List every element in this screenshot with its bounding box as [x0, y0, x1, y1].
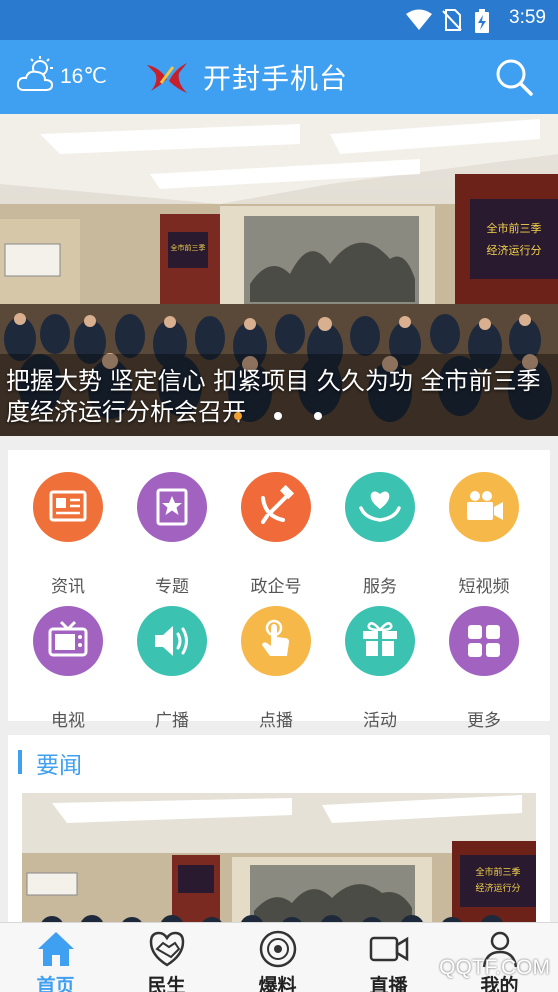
heart-hands-icon — [359, 491, 401, 522]
app-title: 开封手机台 — [203, 62, 349, 95]
station-logo — [147, 63, 187, 93]
screen-left-text: 全市前三季 — [171, 243, 206, 252]
section-title: 要闻 — [36, 753, 82, 779]
search-icon[interactable] — [494, 57, 534, 97]
nav-live[interactable]: 直播 — [333, 923, 444, 992]
grid-item-services[interactable]: 服务 — [328, 472, 432, 597]
banner-carousel[interactable]: 全市前三季 全市前三季 经济运行分 把握大势 坚定信心 扣紧项目 久久为功 全市… — [0, 114, 558, 436]
status-time: 3:59 — [509, 7, 546, 28]
grid-label: 短视频 — [458, 577, 510, 597]
live-camera-icon — [369, 936, 409, 962]
grid-label: 电视 — [51, 711, 85, 731]
nav-label: 首页 — [36, 975, 75, 992]
function-grid: 资讯 专题 政企号 服务 短视频 电视 广播 点播 活动 更多 — [8, 450, 550, 731]
section-marker — [18, 750, 22, 774]
tap-icon — [262, 619, 289, 656]
nav-label: 爆料 — [258, 975, 297, 992]
newspaper-icon — [49, 490, 87, 522]
grid-item-more[interactable]: 更多 — [432, 606, 536, 731]
home-icon — [38, 932, 74, 966]
app-header: 16℃ 开封手机台 — [0, 40, 558, 114]
grid-label: 活动 — [363, 711, 397, 731]
grid-item-radio[interactable]: 广播 — [120, 606, 224, 731]
svg-text:经济运行分: 经济运行分 — [487, 243, 542, 257]
grid-label: 点播 — [259, 711, 293, 731]
status-bar: 3:59 — [0, 0, 558, 40]
news-section: 要闻 全市前三季 经济运行分 — [8, 735, 550, 935]
hammer-sickle-icon — [261, 484, 295, 524]
star-icon — [156, 488, 188, 526]
gift-icon — [363, 622, 397, 656]
grid-label: 服务 — [363, 577, 397, 597]
disc-icon — [259, 930, 297, 968]
grid-label: 广播 — [155, 711, 189, 731]
grid-item-news[interactable]: 资讯 — [16, 472, 120, 597]
news-thumbnail[interactable]: 全市前三季 经济运行分 — [22, 793, 536, 935]
screen-right-text: 全市前三季 — [487, 221, 542, 235]
battery-icon — [475, 9, 489, 33]
grid-item-gov-enterprise[interactable]: 政企号 — [224, 472, 328, 597]
cloud-sun-icon[interactable] — [16, 56, 58, 94]
grid-item-vod[interactable]: 点播 — [224, 606, 328, 731]
nav-label: 民生 — [147, 975, 186, 992]
grid-label: 资讯 — [51, 577, 85, 597]
grid-item-topics[interactable]: 专题 — [120, 472, 224, 597]
wifi-icon — [406, 9, 432, 30]
nav-livelihood[interactable]: 民生 — [111, 923, 222, 992]
grid-item-short-video[interactable]: 短视频 — [432, 472, 536, 597]
carousel-dots — [234, 412, 322, 420]
handshake-icon — [149, 931, 185, 967]
svg-text:全市前三季: 全市前三季 — [475, 866, 520, 878]
speaker-icon — [155, 626, 188, 656]
news-photo: 全市前三季 经济运行分 — [22, 793, 536, 935]
nav-tipoff[interactable]: 爆料 — [222, 923, 333, 992]
no-sim-icon — [442, 9, 462, 31]
tv-icon — [48, 620, 88, 657]
video-camera-icon — [467, 491, 503, 520]
nav-home[interactable]: 首页 — [0, 923, 111, 992]
grid-item-events[interactable]: 活动 — [328, 606, 432, 731]
grid-label: 政企号 — [250, 577, 302, 597]
grid-label: 专题 — [155, 577, 189, 597]
svg-text:经济运行分: 经济运行分 — [475, 882, 520, 894]
grid-item-tv[interactable]: 电视 — [16, 606, 120, 731]
watermark: QQTF.COM — [439, 956, 550, 979]
temperature: 16℃ — [60, 65, 107, 88]
grid-more-icon — [468, 625, 500, 657]
nav-label: 直播 — [369, 975, 408, 992]
grid-label: 更多 — [467, 711, 501, 731]
